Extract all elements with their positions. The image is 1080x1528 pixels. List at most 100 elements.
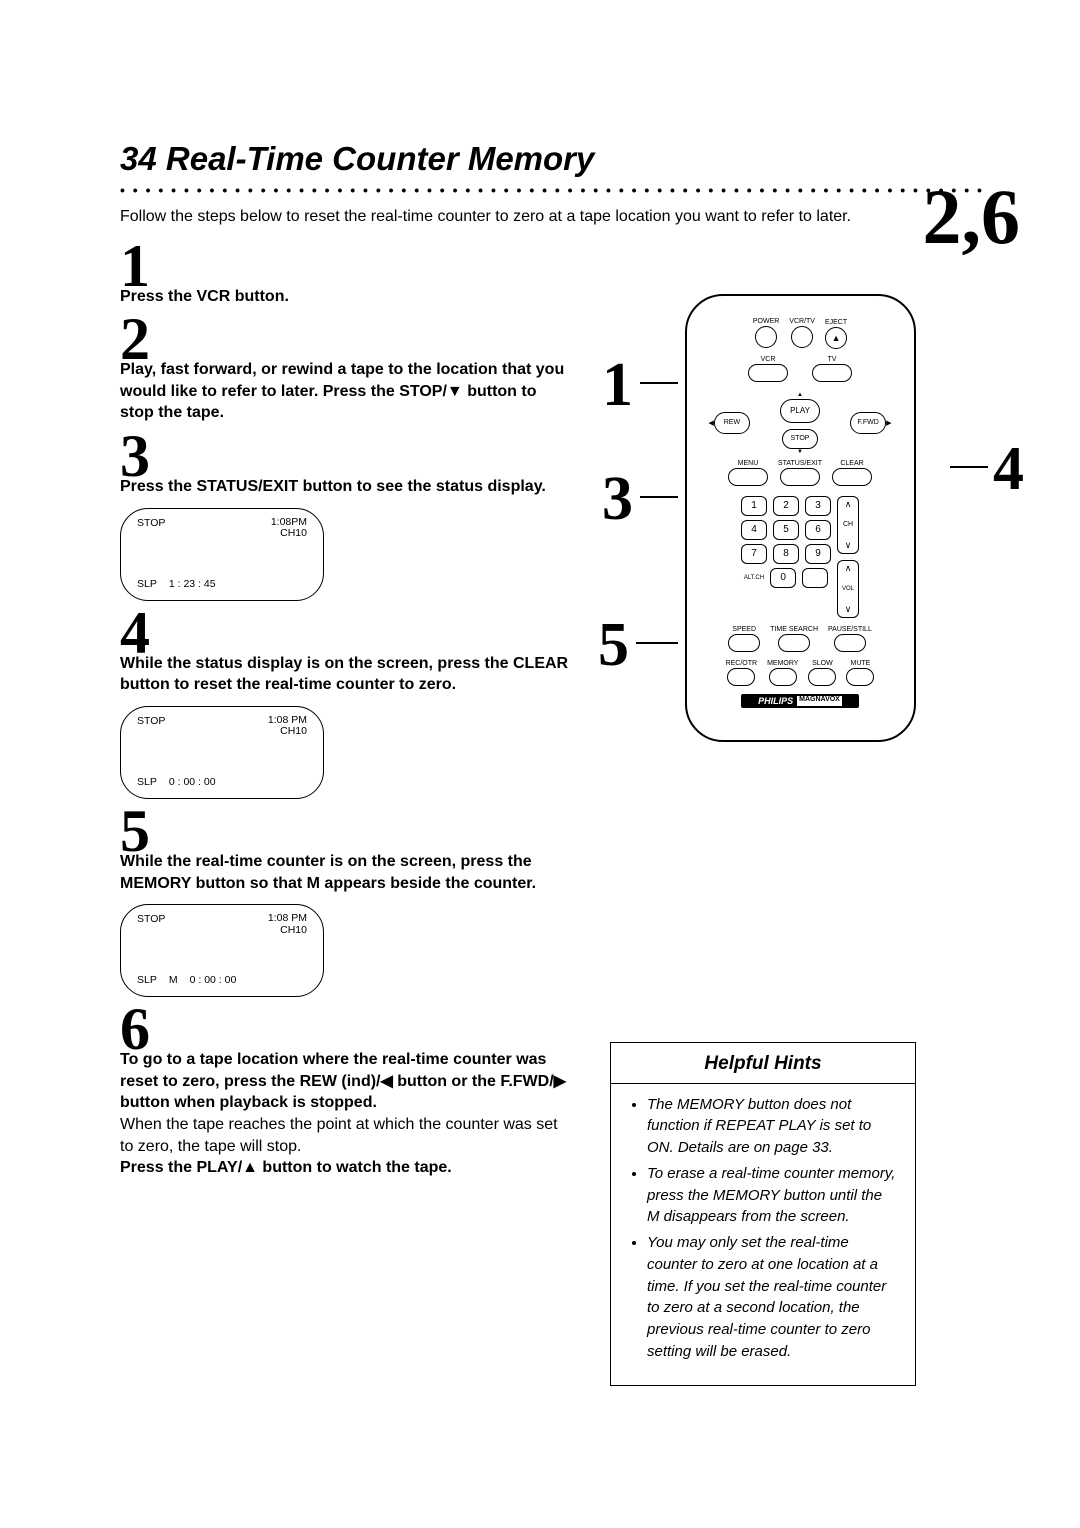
mute-button[interactable] [846,668,874,686]
key-1[interactable]: 1 [741,496,767,516]
step-4-text: While the status display is on the scree… [120,653,570,696]
disp5-stop: STOP [137,913,165,936]
lbl-tv: TV [812,356,852,363]
lbl-menu: MENU [728,460,768,467]
disp5-slp: SLP [137,974,157,986]
lbl-mute: MUTE [846,660,874,667]
disp4-time: 1:08 PM [268,714,307,726]
disp4-ch: CH10 [280,725,307,737]
hint-1: The MEMORY button does not function if R… [647,1094,897,1159]
clear-button[interactable] [832,468,872,486]
callout-3: 3 [602,464,633,535]
disp3-time: 1:08PM [271,516,307,528]
time-search-button[interactable] [778,634,810,652]
disp5-ch: CH10 [280,924,307,936]
disp5-counter: 0 : 00 : 00 [190,974,237,986]
tv-button[interactable] [812,364,852,382]
power-button[interactable] [755,326,777,348]
intro-text: Follow the steps below to reset the real… [120,206,990,228]
page-title: 34 Real-Time Counter Memory [120,140,990,178]
step-6-number: 6 [120,1005,570,1053]
brand-bar: PHILIPS MAGNAVOX [741,694,859,708]
step-1-number: 1 [120,242,570,290]
disp5-m: M [169,974,178,986]
callout-1: 1 [602,350,633,421]
ch-rocker[interactable]: ∧CH∨ [837,496,859,554]
brand-magnavox: MAGNAVOX [797,696,842,706]
disp4-counter: 0 : 00 : 00 [169,776,216,788]
ffwd-button[interactable]: F.FWD [850,412,886,434]
step-6a: To go to a tape location where the real-… [120,1051,566,1111]
key-3[interactable]: 3 [805,496,831,516]
disp5-time: 1:08 PM [268,912,307,924]
step-5-number: 5 [120,807,570,855]
step-3-number: 3 [120,432,570,480]
step-2-text: Play, fast forward, or rewind a tape to … [120,359,570,424]
lbl-speed: SPEED [728,626,760,633]
lbl-status: STATUS/EXIT [778,460,822,467]
callout-4: 4 [993,434,1024,505]
disp4-slp: SLP [137,776,157,788]
key-8[interactable]: 8 [773,544,799,564]
status-display-5: STOP 1:08 PM CH10 SLP M 0 : 00 : 00 [120,904,324,997]
menu-button[interactable] [728,468,768,486]
page-number: 34 [120,140,157,177]
separator-dots: • • • • • • • • • • • • • • • • • • • • … [120,182,990,198]
rew-button[interactable]: REW [714,412,750,434]
key-0[interactable]: 0 [770,568,796,588]
key-7[interactable]: 7 [741,544,767,564]
lbl-vcr: VCR [748,356,788,363]
key-altch[interactable] [802,568,828,588]
eject-button[interactable]: ▲ [825,327,847,349]
brand-philips: PHILIPS [758,696,793,706]
status-exit-button[interactable] [780,468,820,486]
speed-button[interactable] [728,634,760,652]
vol-rocker[interactable]: ∧VOL∨ [837,560,859,618]
lbl-vcrtv: VCR/TV [789,318,815,325]
lbl-slow: SLOW [808,660,836,667]
helpful-hints-box: Helpful Hints The MEMORY button does not… [610,1042,916,1386]
disp3-ch: CH10 [280,527,307,539]
status-display-3: STOP 1:08PM CH10 SLP 1 : 23 : 45 [120,508,324,601]
disp3-counter: 1 : 23 : 45 [169,578,216,590]
lbl-clear: CLEAR [832,460,872,467]
key-9[interactable]: 9 [805,544,831,564]
tick-1 [640,382,678,384]
remote-diagram: POWER VCR/TV EJECT▲ VCR TV ▲ PLAY [685,294,916,742]
vcr-button[interactable] [748,364,788,382]
disp3-stop: STOP [137,517,165,540]
memory-button[interactable] [769,668,797,686]
lbl-altch: ALT.CH [744,575,764,581]
key-4[interactable]: 4 [741,520,767,540]
play-button[interactable]: PLAY [780,399,820,423]
callout-2-6: 2,6 [923,172,1021,262]
callout-5: 5 [598,610,629,681]
hint-3: You may only set the real-time counter t… [647,1232,897,1363]
hint-2: To erase a real-time counter memory, pre… [647,1163,897,1228]
hints-title: Helpful Hints [611,1053,915,1084]
lbl-pause: PAUSE/STILL [828,626,872,633]
key-2[interactable]: 2 [773,496,799,516]
key-5[interactable]: 5 [773,520,799,540]
step-1-text: Press the VCR button. [120,286,570,308]
tick-5 [636,642,678,644]
tick-4 [950,466,988,468]
lbl-tsearch: TIME SEARCH [770,626,818,633]
vcrtv-button[interactable] [791,326,813,348]
stop-button[interactable]: STOP [782,429,818,449]
disp4-stop: STOP [137,715,165,738]
disp3-slp: SLP [137,578,157,590]
step-6c: Press the PLAY/▲ button to watch the tap… [120,1159,452,1176]
lbl-eject: EJECT [825,319,847,326]
lbl-power: POWER [753,318,779,325]
lbl-recotr: REC/OTR [726,660,758,667]
key-6[interactable]: 6 [805,520,831,540]
step-6b: When the tape reaches the point at which… [120,1116,558,1155]
recotr-button[interactable] [727,668,755,686]
tick-3 [640,496,678,498]
pause-button[interactable] [834,634,866,652]
step-3-text: Press the STATUS/EXIT button to see the … [120,476,570,498]
step-4-number: 4 [120,609,570,657]
step-5-text: While the real-time counter is on the sc… [120,851,570,894]
slow-button[interactable] [808,668,836,686]
